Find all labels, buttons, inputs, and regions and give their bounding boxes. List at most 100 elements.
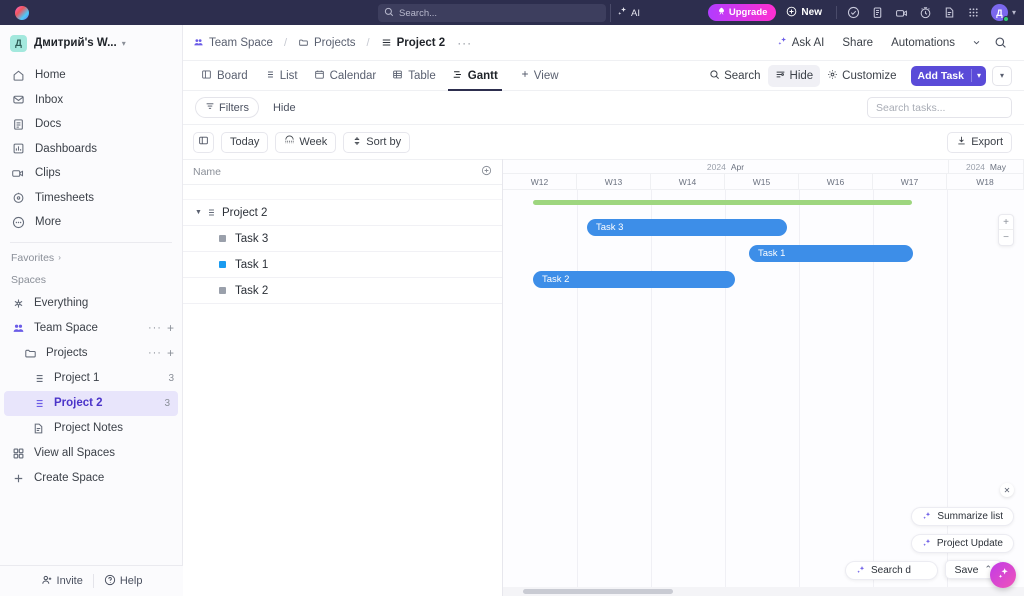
gantt-week-cell: W15 [725, 174, 799, 189]
tab-calendar[interactable]: Calendar [306, 61, 385, 91]
breadcrumb-more-icon[interactable]: ··· [457, 36, 472, 50]
sidebar-item-home[interactable]: Home [0, 63, 182, 88]
breadcrumb-item-project-2[interactable]: Project 2 [397, 37, 446, 49]
chevron-down-icon[interactable]: ▾ [971, 69, 986, 82]
add-task-button[interactable]: Add Task ▾ [911, 66, 987, 86]
search-icon[interactable] [988, 31, 1012, 55]
sidebar-item-more[interactable]: More [0, 210, 182, 235]
sidebar-item-view-all-spaces[interactable]: View all Spaces [0, 441, 182, 466]
more-options-icon[interactable]: ··· [148, 347, 162, 359]
view-search-button[interactable]: Search [702, 65, 767, 87]
topbar-ai-button[interactable]: AI [610, 4, 646, 22]
breadcrumb-item-projects[interactable]: Projects [314, 37, 356, 49]
zoom-in-button[interactable]: + [999, 215, 1013, 230]
favorites-section-header[interactable]: Favorites › [0, 247, 182, 269]
sidebar-item-docs[interactable]: Docs [0, 112, 182, 137]
list-icon [205, 207, 216, 218]
sidebar-item-team-space[interactable]: Team Space ··· + [0, 316, 182, 341]
sidebar-item-projects[interactable]: Projects ··· + [0, 341, 182, 366]
more-options-icon[interactable]: ··· [148, 322, 162, 334]
global-search-placeholder: Search... [399, 8, 437, 19]
table-row[interactable]: Task 2 [183, 278, 502, 304]
add-view-button[interactable]: View [512, 64, 567, 87]
new-button[interactable]: New [778, 4, 830, 22]
clickup-logo[interactable] [0, 6, 44, 20]
filters-label: Filters [219, 102, 249, 114]
search-tasks-input[interactable]: Search tasks... [867, 97, 1012, 118]
sidebar-item-inbox[interactable]: Inbox [0, 88, 182, 113]
sidebar-item-project-notes[interactable]: Project Notes [0, 416, 182, 441]
tab-list[interactable]: List [256, 61, 306, 91]
chevron-down-icon[interactable]: ▾ [1012, 8, 1016, 17]
panel-toggle-icon [198, 133, 209, 151]
ai-suggestion-search[interactable]: Search d [845, 561, 938, 580]
add-icon[interactable]: + [167, 346, 174, 360]
sidebar-item-label: Inbox [35, 94, 63, 106]
panel-toggle-button[interactable] [193, 132, 214, 153]
automations-button[interactable]: Automations [882, 33, 964, 53]
gantt-task-list: Name ▼ Project 2 Task 3 [183, 159, 503, 596]
today-button[interactable]: Today [221, 132, 268, 153]
check-circle-icon[interactable] [843, 4, 865, 22]
sort-by-button[interactable]: Sort by [343, 132, 410, 153]
video-icon[interactable] [891, 4, 913, 22]
sidebar-item-label: Project 1 [54, 372, 168, 384]
breadcrumb-item-team-space[interactable]: Team Space [209, 37, 273, 49]
sidebar-item-project-2[interactable]: Project 2 3 [4, 391, 178, 416]
tab-gantt[interactable]: Gantt [444, 61, 506, 91]
caret-down-icon[interactable]: ▼ [195, 209, 205, 216]
doc-icon[interactable] [939, 4, 961, 22]
help-button[interactable]: Help [104, 574, 143, 589]
upgrade-label: Upgrade [729, 7, 768, 18]
week-scale-button[interactable]: Week [275, 132, 336, 153]
sidebar-item-everything[interactable]: Everything [0, 291, 182, 316]
chevron-down-icon[interactable] [964, 31, 988, 55]
sidebar-item-clips[interactable]: Clips [0, 161, 182, 186]
gantt-task-bar[interactable]: Task 1 [749, 245, 913, 262]
filterbar-hide-button[interactable]: Hide [265, 99, 304, 117]
global-search-input[interactable]: Search... [378, 4, 606, 22]
list-icon [30, 370, 46, 386]
apps-grid-icon[interactable] [963, 4, 985, 22]
table-row[interactable]: Task 1 [183, 252, 502, 278]
zoom-out-button[interactable]: − [999, 230, 1013, 245]
add-icon[interactable]: + [167, 321, 174, 335]
customize-button[interactable]: Customize [820, 65, 903, 87]
gantt-week-cell: W14 [651, 174, 725, 189]
tab-board[interactable]: Board [193, 61, 256, 91]
invite-button[interactable]: Invite [41, 574, 83, 589]
gantt-task-bar[interactable]: Task 3 [587, 219, 787, 236]
upgrade-button[interactable]: Upgrade [708, 4, 777, 21]
ai-panel-close-button[interactable]: ✕ [1000, 483, 1014, 497]
timer-icon[interactable] [915, 4, 937, 22]
sparkle-icon [922, 511, 932, 523]
ask-ai-button[interactable]: Ask AI [768, 32, 834, 54]
share-button[interactable]: Share [833, 33, 882, 53]
horizontal-scrollbar-thumb[interactable] [523, 589, 673, 594]
gantt-month-year: 2024 [707, 162, 726, 172]
workspace-switcher[interactable]: Д Дмитрий's W... ▾ [0, 25, 182, 61]
sidebar-item-project-1[interactable]: Project 1 3 [0, 366, 182, 391]
sort-by-label: Sort by [366, 136, 401, 148]
view-overflow-button[interactable]: ▾ [992, 66, 1012, 86]
sidebar-item-create-space[interactable]: Create Space [0, 466, 182, 491]
name-column-header: Name [193, 166, 481, 178]
tab-table[interactable]: Table [384, 61, 444, 91]
export-button[interactable]: Export [947, 132, 1012, 153]
gantt-week-header: W12 W13 W14 W15 W16 W17 W18 [503, 174, 1024, 190]
sidebar-item-label: Everything [34, 297, 174, 309]
sidebar-item-timesheets[interactable]: Timesheets [0, 186, 182, 211]
table-row[interactable]: Task 3 [183, 226, 502, 252]
plus-circle-icon[interactable] [481, 165, 492, 179]
ai-assistant-fab[interactable] [990, 562, 1016, 588]
hide-button[interactable]: Hide [768, 65, 821, 87]
clipboard-icon[interactable] [867, 4, 889, 22]
avatar[interactable]: Д [991, 4, 1008, 21]
ai-suggestion-summarize-list[interactable]: Summarize list [911, 507, 1014, 526]
gantt-summary-bar[interactable] [533, 200, 912, 205]
filters-button[interactable]: Filters [195, 97, 259, 118]
ai-suggestion-project-update[interactable]: Project Update [911, 534, 1014, 553]
sidebar-item-dashboards[interactable]: Dashboards [0, 137, 182, 162]
gantt-group-row[interactable]: ▼ Project 2 [183, 200, 502, 226]
gantt-task-bar[interactable]: Task 2 [533, 271, 735, 288]
